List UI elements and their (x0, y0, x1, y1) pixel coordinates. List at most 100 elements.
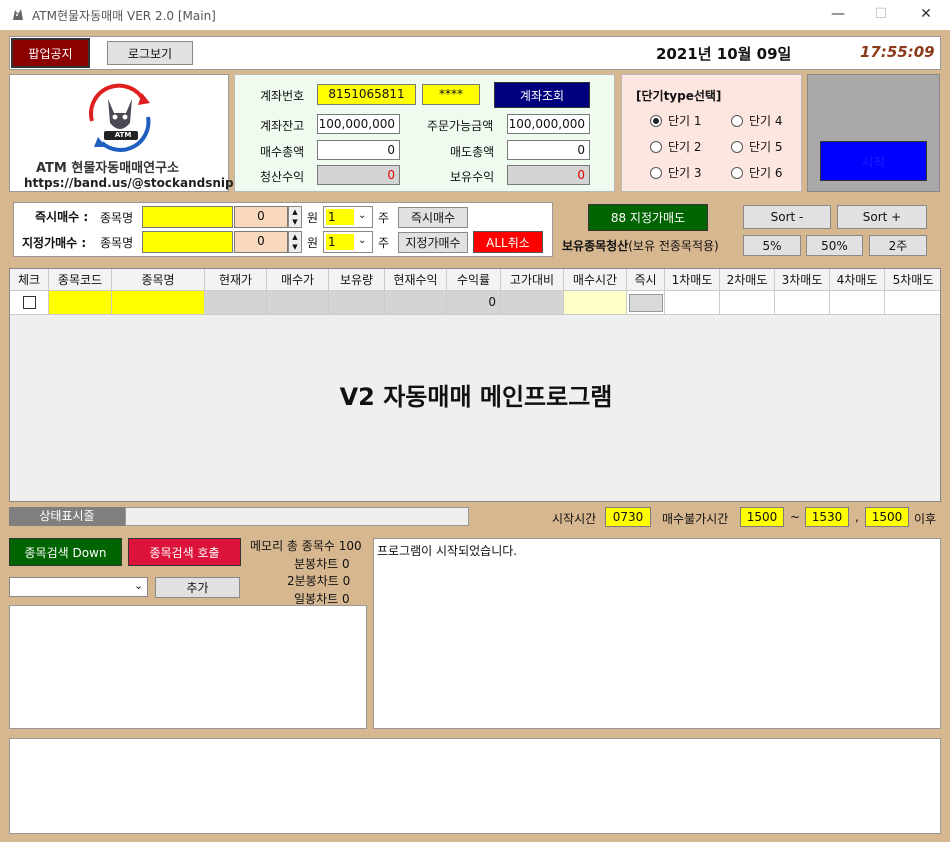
grid-cell[interactable] (267, 291, 329, 315)
strategy-option-4[interactable]: 단기 4 (731, 112, 783, 129)
grid-header-cell[interactable]: 즉시 (627, 269, 665, 291)
account-no-field[interactable]: 8151065811 (317, 84, 416, 105)
strategy-option-6[interactable]: 단기 6 (731, 164, 783, 181)
grid-cell[interactable] (885, 291, 940, 315)
sell-88-button[interactable]: 88 지정가매도 (588, 204, 708, 231)
logo-badge: ATM (114, 131, 132, 139)
balance-label: 계좌잔고 (260, 119, 305, 133)
grid-header-cell[interactable]: 3차매도 (775, 269, 830, 291)
market-stock-name-label: 종목명 (100, 211, 134, 225)
condition-list[interactable] (9, 605, 367, 729)
grid-cell[interactable] (10, 291, 49, 315)
grid-cell[interactable] (329, 291, 385, 315)
grid-header-cell[interactable]: 수익률 (447, 269, 501, 291)
account-query-button[interactable]: 계좌조회 (494, 82, 590, 108)
grid-header-cell[interactable]: 1차매도 (665, 269, 720, 291)
chevron-down-icon: ⌄ (358, 235, 367, 246)
table-row[interactable]: 0 (10, 291, 940, 315)
sort-plus-button[interactable]: Sort + (837, 205, 927, 229)
grid-cell[interactable] (385, 291, 447, 315)
liquidate-note: (보유 전종목적용) (628, 239, 719, 253)
grid-header-cell[interactable]: 매수가 (267, 269, 329, 291)
limit-price-spinner[interactable]: ▲ ▼ (288, 231, 302, 253)
grid-cell[interactable] (49, 291, 112, 315)
grid-header-cell[interactable]: 현재수익 (385, 269, 447, 291)
grid-cell[interactable] (112, 291, 205, 315)
strategy-title: [단기type선택] (636, 89, 722, 103)
close-icon[interactable]: ✕ (914, 4, 938, 24)
log-box[interactable]: 프로그램이 시작되었습니다. (373, 538, 941, 729)
grid-cell[interactable] (627, 291, 665, 315)
add-button[interactable]: 추가 (155, 577, 240, 598)
search-call-button[interactable]: 종목검색 호출 (128, 538, 241, 566)
limit-price-input[interactable]: 0 (234, 231, 288, 253)
radio-icon (650, 166, 662, 179)
market-stock-name-input[interactable] (142, 206, 233, 228)
start-time-input[interactable]: 0730 (605, 507, 651, 527)
popup-notice-button[interactable]: 팝업공지 (11, 38, 90, 68)
search-download-button[interactable]: 종목검색 Down (9, 538, 122, 566)
strategy-option-2[interactable]: 단기 2 (650, 138, 702, 155)
start-time-label: 시작시간 (552, 512, 597, 526)
cancel-all-button[interactable]: ALL취소 (473, 231, 543, 253)
row-checkbox[interactable] (23, 296, 36, 309)
status-label: 상태표시줄 (9, 507, 125, 526)
market-buy-button[interactable]: 즉시매수 (398, 207, 468, 228)
limit-shares-label: 주 (378, 236, 390, 250)
grid-cell[interactable] (775, 291, 830, 315)
grid-cell[interactable] (205, 291, 267, 315)
realized-profit-label: 청산수익 (260, 170, 305, 184)
liquidate-50pct-button[interactable]: 50% (806, 235, 863, 256)
orderable-field: 100,000,000 (507, 114, 590, 134)
limit-qty-select[interactable]: 1 ⌄ (323, 231, 373, 253)
market-price-spinner[interactable]: ▲ ▼ (288, 206, 302, 228)
grid-header-cell[interactable]: 4차매도 (830, 269, 885, 291)
row-profit-rate: 0 (488, 295, 496, 309)
log-view-button[interactable]: 로그보기 (107, 41, 193, 65)
sell-total-label: 매도총액 (450, 145, 495, 159)
grid-cell[interactable] (665, 291, 720, 315)
condition-select[interactable]: ⌄ (9, 577, 148, 597)
buy-total-label: 매수총액 (260, 145, 305, 159)
start-button[interactable]: 시작 (820, 141, 927, 181)
strategy-option-5[interactable]: 단기 5 (731, 138, 783, 155)
limit-stock-name-input[interactable] (142, 231, 233, 253)
after-time-input[interactable]: 1500 (865, 507, 909, 527)
minute-chart-label: 분봉차트 0 (294, 557, 350, 571)
no-buy-to-input[interactable]: 1530 (805, 507, 849, 527)
no-buy-from-input[interactable]: 1500 (740, 507, 784, 527)
strategy-option-3[interactable]: 단기 3 (650, 164, 702, 181)
limit-buy-button[interactable]: 지정가매수 (398, 232, 468, 253)
grid-header-cell[interactable]: 종목명 (112, 269, 205, 291)
liquidate-2shares-button[interactable]: 2주 (869, 235, 927, 256)
after-label: 이후 (914, 512, 937, 526)
grid-cell[interactable] (720, 291, 775, 315)
liquidate-title: 보유종목청산 (562, 239, 629, 253)
maximize-icon[interactable]: ☐ (869, 4, 893, 24)
grid-header-cell[interactable]: 현재가 (205, 269, 267, 291)
grid-header-cell[interactable]: 2차매도 (720, 269, 775, 291)
logo-panel: ATM ATM 현물자동매매연구소 https://band.us/@stock… (9, 74, 248, 192)
strategy-option-1[interactable]: 단기 1 (650, 112, 702, 129)
grid-header-cell[interactable]: 보유량 (329, 269, 385, 291)
sort-minus-button[interactable]: Sort - (743, 205, 831, 229)
grid-header-cell[interactable]: 종목코드 (49, 269, 112, 291)
market-price-input[interactable]: 0 (234, 206, 288, 228)
grid-header-cell[interactable]: 5차매도 (885, 269, 940, 291)
grid-cell[interactable] (830, 291, 885, 315)
market-qty-select[interactable]: 1 ⌄ (323, 206, 373, 228)
password-field[interactable]: **** (422, 84, 480, 105)
grid-cell[interactable]: 0 (447, 291, 501, 315)
log-message: 프로그램이 시작되었습니다. (377, 544, 518, 558)
grid-cell[interactable] (564, 291, 627, 315)
liquidate-5pct-button[interactable]: 5% (743, 235, 801, 256)
bottom-output-panel[interactable] (9, 738, 941, 834)
grid-header-cell[interactable]: 고가대비 (501, 269, 564, 291)
market-buy-label: 즉시매수 : (35, 210, 89, 224)
instant-sell-button[interactable] (629, 294, 663, 312)
grid-header-cell[interactable]: 매수시간 (564, 269, 627, 291)
comma-label: , (855, 510, 859, 524)
grid-header-cell[interactable]: 체크 (10, 269, 49, 291)
grid-cell[interactable] (501, 291, 564, 315)
minimize-icon[interactable]: — (826, 4, 850, 24)
